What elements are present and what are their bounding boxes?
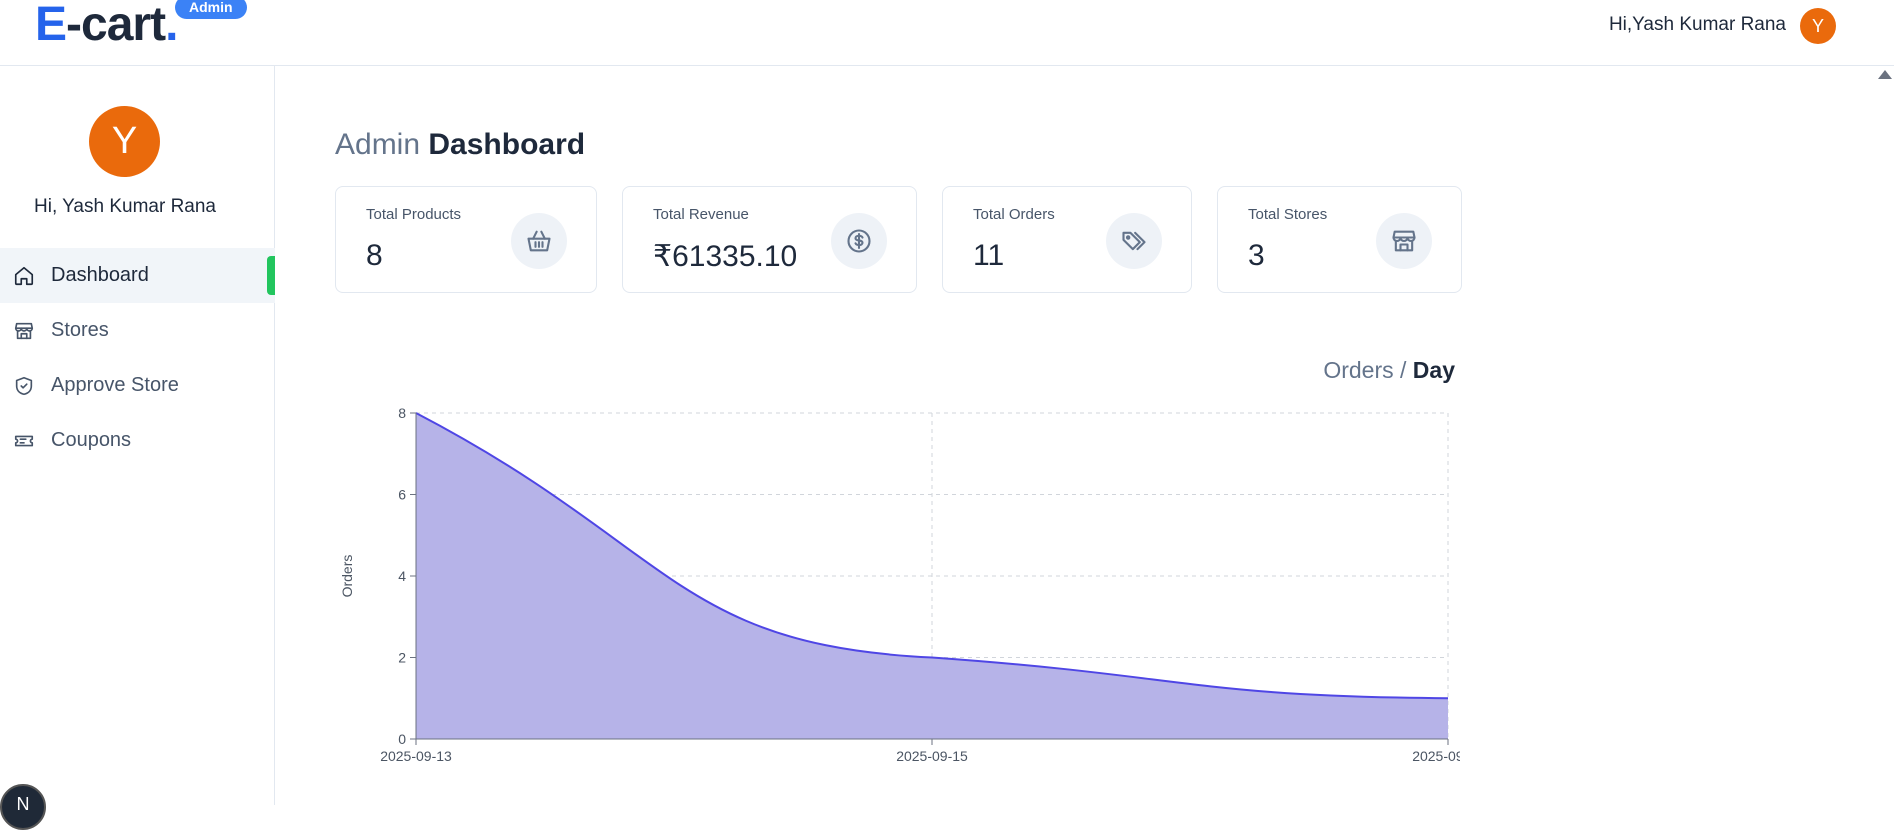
logo-text: -cart [66, 0, 166, 51]
dollar-circle-icon [831, 213, 887, 269]
x-tick-label: 2025-09-15 [896, 748, 968, 764]
card-value: ₹61335.10 [653, 240, 798, 273]
chart-title-bold: Day [1412, 357, 1455, 383]
card-label: Total Products [366, 206, 462, 223]
sidebar-item-stores[interactable]: Stores [0, 303, 275, 358]
card-label: Total Stores [1248, 206, 1328, 223]
sidebar-item-coupons[interactable]: Coupons [0, 413, 275, 468]
chart-title-light: Orders / [1323, 357, 1407, 383]
header-avatar[interactable]: Y [1800, 8, 1836, 44]
header-greeting: Hi,Yash Kumar Rana [1608, 14, 1786, 35]
x-tick-label: 2025-09-14 [1412, 748, 1460, 764]
y-tick-label: 6 [398, 487, 406, 503]
home-icon [14, 266, 34, 285]
basket-icon [511, 213, 567, 269]
tags-icon [1106, 213, 1162, 269]
logo-letter: E [35, 0, 67, 51]
store-icon [1376, 213, 1432, 269]
sidebar-item-label: Stores [51, 319, 109, 341]
card-value: 8 [366, 239, 383, 272]
logo[interactable]: E-cart. [35, 0, 178, 54]
store-icon [14, 322, 34, 339]
chart-title: Orders / Day [1323, 357, 1455, 384]
y-tick-label: 0 [398, 731, 406, 747]
sidebar-item-label: Dashboard [51, 264, 149, 286]
y-tick-label: 8 [398, 405, 406, 421]
sidebar-greeting: Hi, Yash Kumar Rana [34, 196, 216, 217]
floating-badge[interactable]: N [0, 784, 46, 830]
card-total-orders: Total Orders 11 [942, 186, 1192, 293]
sidebar-item-dashboard[interactable]: Dashboard [0, 248, 275, 303]
scrollbar-up-arrow[interactable] [1878, 70, 1892, 79]
sidebar-item-label: Coupons [51, 429, 132, 451]
y-tick-label: 2 [398, 650, 406, 666]
active-marker [267, 256, 275, 295]
page-title: Admin Dashboard [335, 128, 585, 162]
card-total-revenue: Total Revenue ₹61335.10 [622, 186, 917, 293]
orders-per-day-chart: 0 2 4 6 8 2025-09-13 2025-09-15 2025-09-14 Order… [339, 405, 1460, 764]
card-value: 11 [973, 239, 1005, 272]
sidebar-item-label: Approve Store [51, 374, 179, 396]
card-total-stores: Total Stores 3 [1217, 186, 1462, 293]
card-label: Total Revenue [653, 206, 749, 223]
page-title-light: Admin [335, 128, 421, 161]
x-tick-label: 2025-09-13 [380, 748, 452, 764]
card-value: 3 [1248, 239, 1265, 272]
admin-badge: Admin [175, 0, 247, 19]
top-bar: E-cart. Admin Hi,Yash Kumar Rana Y [0, 0, 1894, 66]
sidebar-nav: Dashboard Stores Approve Store Coupons [0, 248, 275, 468]
sidebar-avatar: Y [89, 106, 160, 177]
sidebar: Y Hi, Yash Kumar Rana Dashboard Stores A… [0, 66, 275, 805]
card-total-products: Total Products 8 [335, 186, 597, 293]
page-title-bold: Dashboard [428, 128, 586, 161]
sidebar-item-approve-store[interactable]: Approve Store [0, 358, 275, 413]
y-axis-label: Orders [339, 555, 355, 598]
ticket-icon [14, 435, 34, 446]
card-label: Total Orders [973, 206, 1055, 223]
y-tick-label: 4 [398, 568, 406, 584]
shield-check-icon [15, 376, 33, 395]
